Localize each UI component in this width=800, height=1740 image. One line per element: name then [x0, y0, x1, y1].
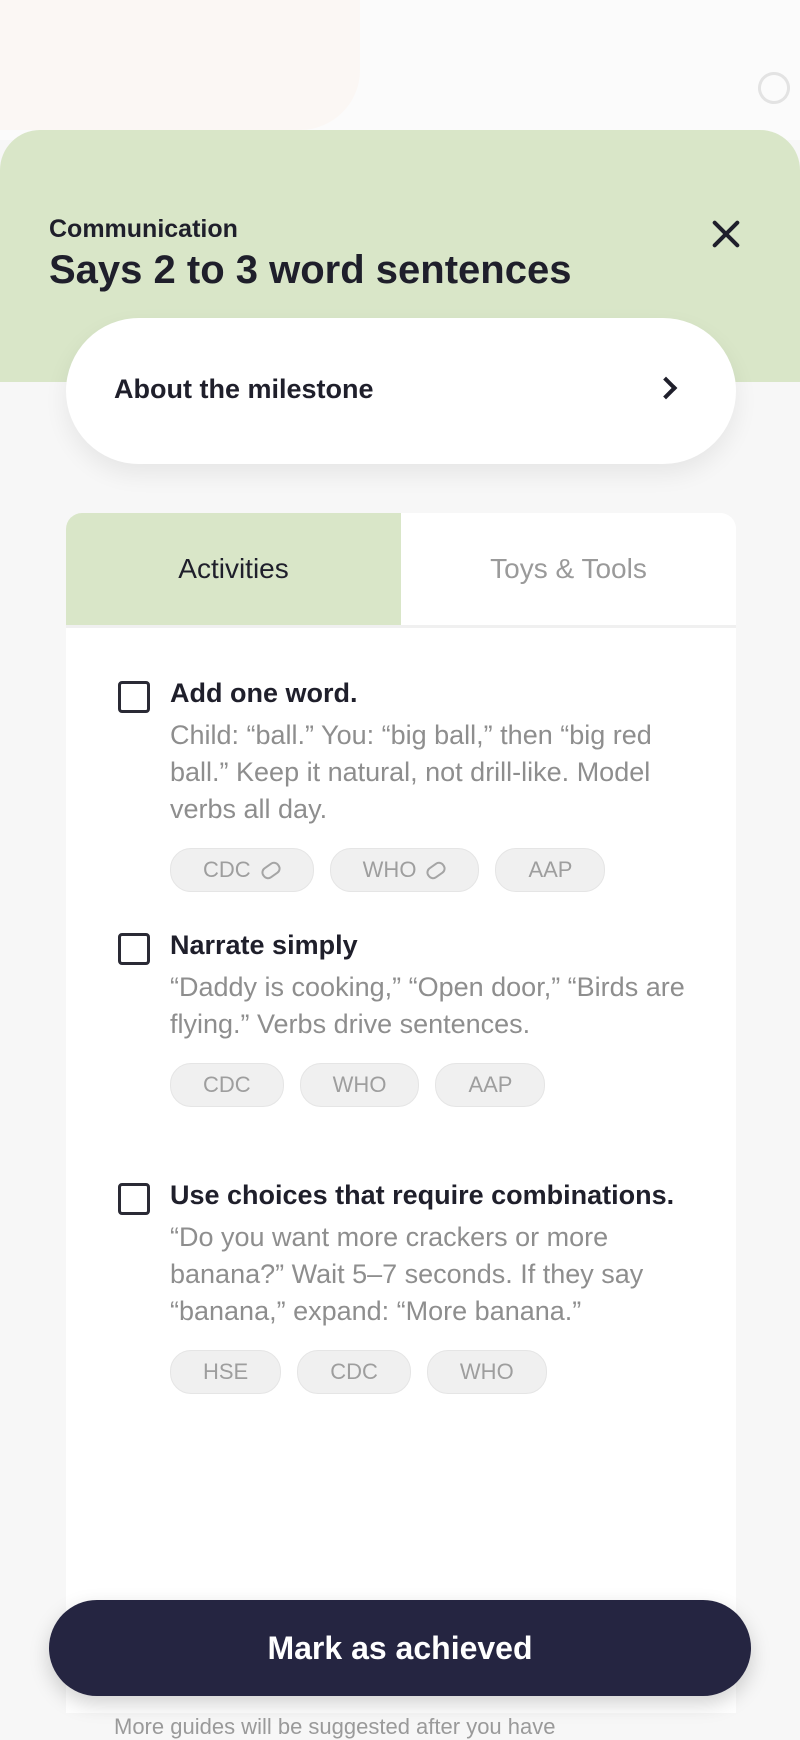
- source-chip-label: CDC: [203, 1072, 251, 1097]
- source-chip-label: CDC: [203, 857, 251, 882]
- activity-item: Add one word. Child: “ball.” You: “big b…: [118, 675, 698, 892]
- source-chip-aap[interactable]: AAP: [435, 1063, 546, 1107]
- activity-item: Use choices that require combinations. “…: [118, 1177, 698, 1394]
- source-chip-label: HSE: [203, 1359, 249, 1384]
- source-chip-cdc[interactable]: CDC: [170, 848, 314, 892]
- about-milestone-button[interactable]: About the milestone: [66, 318, 736, 464]
- backdrop-image: [0, 0, 360, 130]
- tab-toys-tools[interactable]: Toys & Tools: [401, 513, 736, 625]
- source-chip-cdc[interactable]: CDC: [297, 1350, 411, 1394]
- source-chip-who[interactable]: WHO: [329, 848, 480, 892]
- milestone-title: Says 2 to 3 word sentences: [49, 248, 572, 292]
- activity-checkbox[interactable]: [118, 1183, 150, 1215]
- activity-title: Use choices that require combinations.: [170, 1180, 675, 1210]
- activity-checkbox[interactable]: [118, 681, 150, 713]
- close-icon[interactable]: [704, 212, 748, 256]
- activity-checkbox[interactable]: [118, 933, 150, 965]
- category-label: Communication: [49, 215, 238, 243]
- link-icon: [258, 858, 283, 882]
- source-chip-hse[interactable]: HSE: [170, 1350, 282, 1394]
- mark-as-achieved-button[interactable]: Mark as achieved: [49, 1600, 751, 1696]
- activity-title: Narrate simply: [170, 930, 358, 960]
- source-chip-who[interactable]: WHO: [426, 1350, 547, 1394]
- tab-bar: Activities Toys & Tools: [66, 513, 736, 628]
- activity-item: Narrate simply “Daddy is cooking,” “Open…: [118, 927, 698, 1107]
- chevron-right-icon: [654, 376, 678, 400]
- tab-activities[interactable]: Activities: [66, 513, 401, 625]
- footnote-text: More guides will be suggested after you …: [114, 1714, 556, 1739]
- backdrop-icon: [752, 66, 796, 110]
- about-milestone-label: About the milestone: [114, 374, 374, 404]
- tabs-card: Activities Toys & Tools Add one word. Ch…: [66, 513, 736, 1713]
- source-chip-aap[interactable]: AAP: [495, 848, 606, 892]
- link-icon: [424, 858, 449, 882]
- source-chip-label: CDC: [330, 1359, 378, 1384]
- source-chip-label: AAP: [468, 1072, 513, 1097]
- source-chip-label: WHO: [459, 1359, 514, 1384]
- activity-title: Add one word.: [170, 678, 358, 708]
- source-chip-label: WHO: [362, 857, 417, 882]
- source-chip-who[interactable]: WHO: [299, 1063, 420, 1107]
- backdrop: [0, 0, 800, 140]
- activity-description: “Daddy is cooking,” “Open door,” “Birds …: [170, 972, 685, 1039]
- source-chips: CDC WHO AAP: [170, 848, 698, 892]
- source-chip-cdc[interactable]: CDC: [170, 1063, 284, 1107]
- source-chips: CDC WHO AAP: [170, 1063, 698, 1107]
- activity-description: “Do you want more crackers or more banan…: [170, 1222, 644, 1326]
- source-chips: HSE CDC WHO: [170, 1350, 698, 1394]
- source-chip-label: WHO: [332, 1072, 387, 1097]
- activity-description: Child: “ball.” You: “big ball,” then “bi…: [170, 720, 652, 824]
- source-chip-label: AAP: [528, 857, 573, 882]
